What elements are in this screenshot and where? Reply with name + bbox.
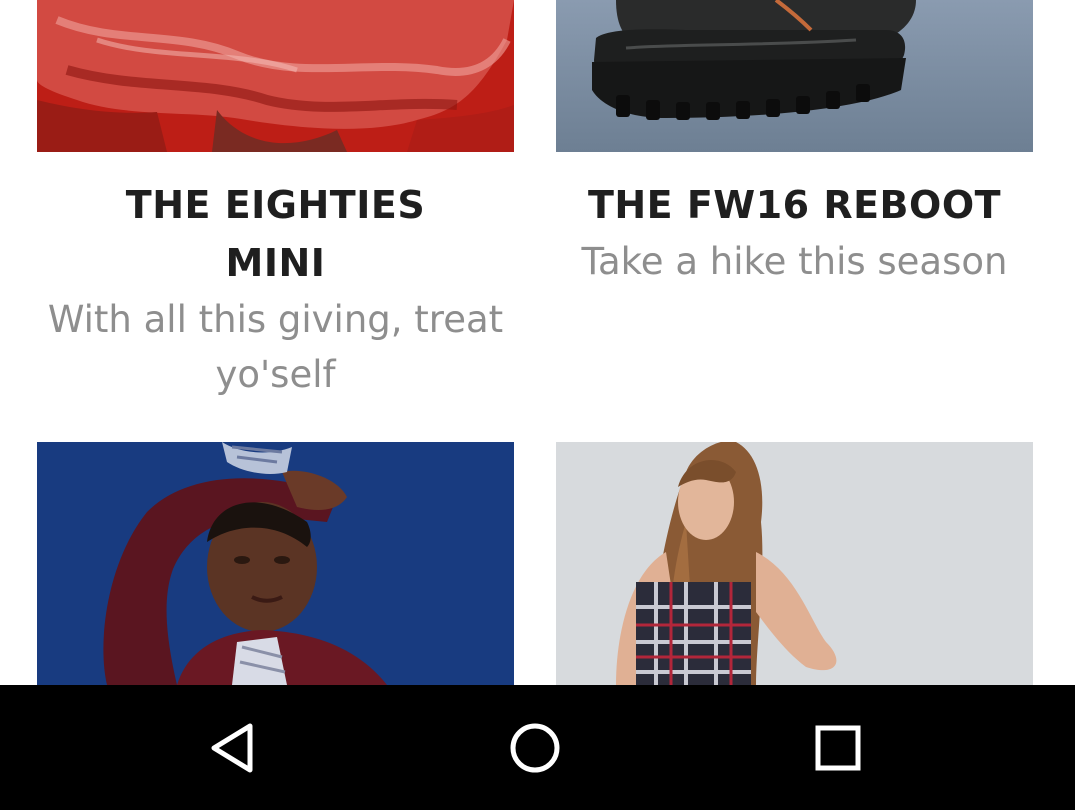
- circle-home-icon: [510, 723, 560, 772]
- subtitle-line: With all this giving, treat: [47, 298, 504, 341]
- triangle-back-icon: [211, 723, 253, 772]
- card-fw16-reboot-image[interactable]: [556, 0, 1033, 152]
- title-line: THE EIGHTIES: [125, 183, 426, 227]
- card-4-image[interactable]: [556, 442, 1033, 685]
- title-line: THE FW16 REBOOT: [587, 183, 1002, 227]
- title-line: MINI: [225, 241, 326, 285]
- plaid-dress-photo: [556, 442, 1033, 685]
- subtitle-line: Take a hike this season: [581, 240, 1008, 283]
- navigation-bar: [0, 685, 1075, 810]
- woman-blue-photo: [37, 442, 514, 685]
- red-skirt-photo: [37, 0, 514, 152]
- card-eighties-mini-subtitle: With all this giving, treat yo'self: [37, 292, 514, 402]
- card-eighties-mini-title[interactable]: THE EIGHTIES MINI: [37, 176, 514, 292]
- card-eighties-mini-image[interactable]: [37, 0, 514, 152]
- card-3-image[interactable]: [37, 442, 514, 685]
- recents-button[interactable]: [758, 685, 918, 810]
- back-button[interactable]: [152, 685, 312, 810]
- card-fw16-reboot-subtitle: Take a hike this season: [556, 234, 1033, 289]
- card-fw16-reboot-title[interactable]: THE FW16 REBOOT: [556, 176, 1033, 234]
- boot-photo: [556, 0, 1033, 152]
- subtitle-line: yo'self: [215, 353, 336, 396]
- square-recents-icon: [815, 725, 861, 770]
- home-button[interactable]: [455, 685, 615, 810]
